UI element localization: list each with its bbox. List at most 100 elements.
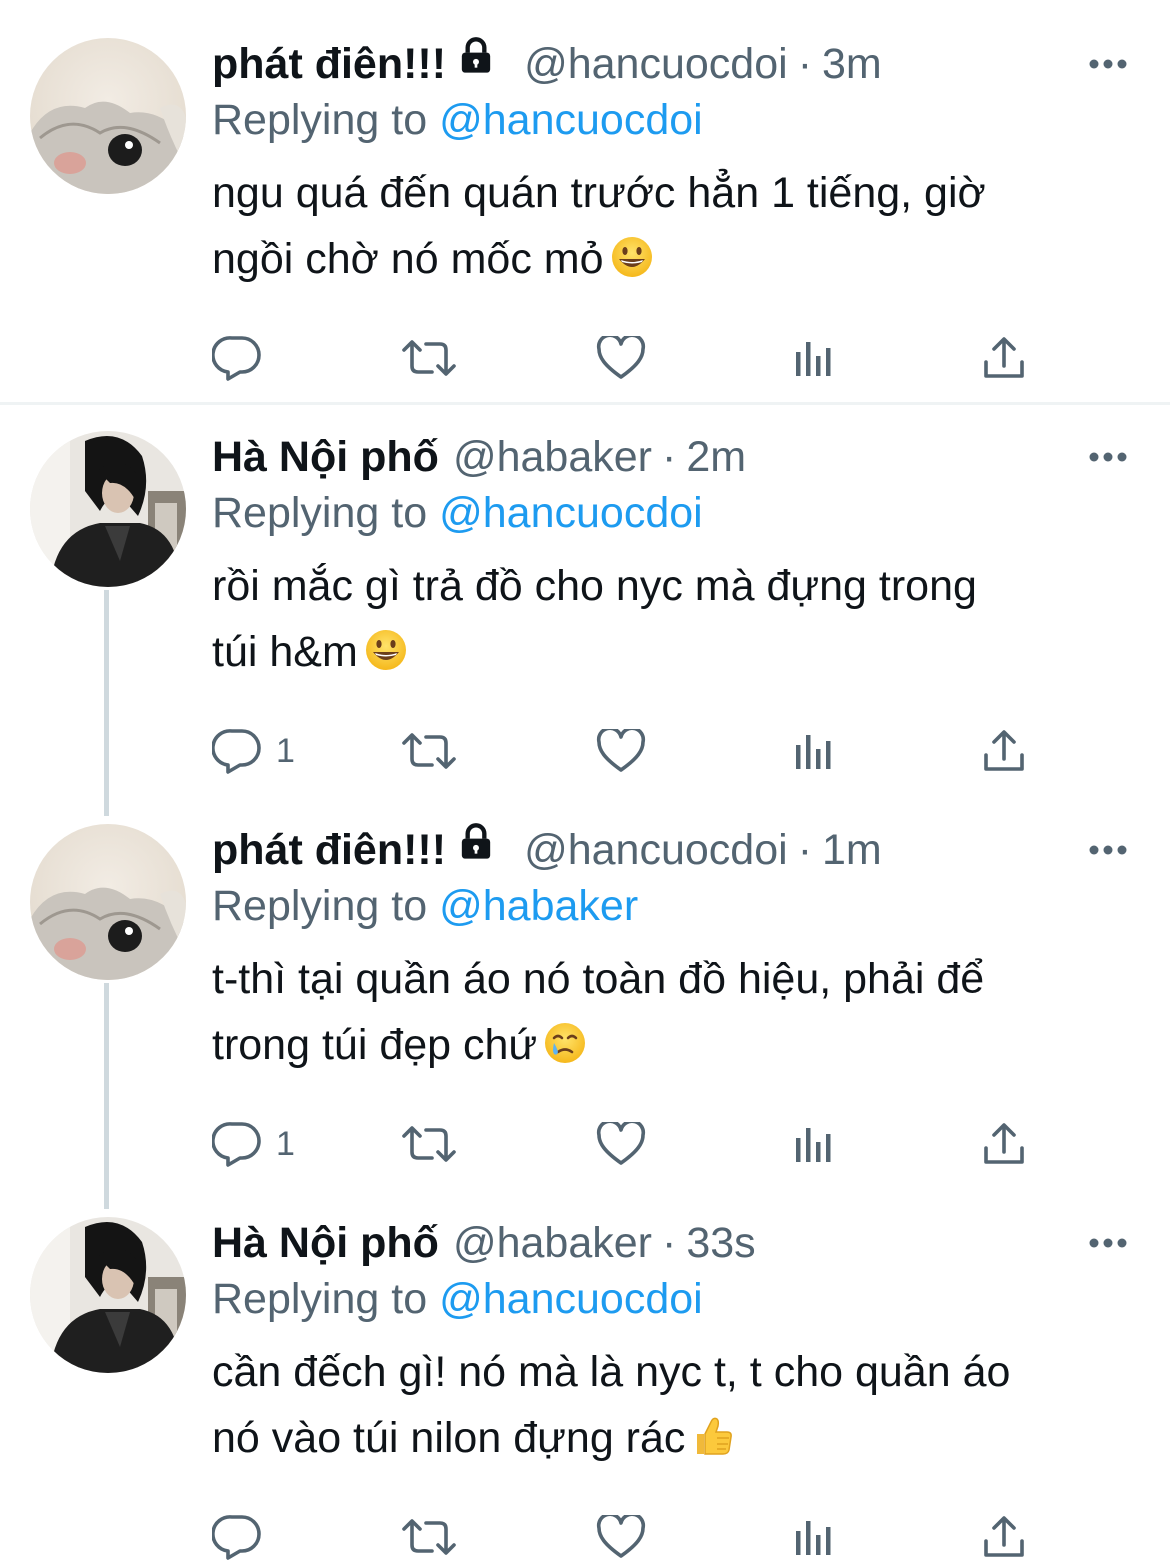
analytics-icon <box>794 338 834 378</box>
tweet-text-line: ngồi chờ nó mốc mỏ <box>212 235 604 283</box>
thumbs-up-emoji <box>691 1411 735 1455</box>
share-button[interactable] <box>982 1507 1026 1567</box>
heart-icon <box>596 729 646 773</box>
like-button[interactable] <box>596 721 646 781</box>
like-button[interactable] <box>596 1507 646 1567</box>
share-button[interactable] <box>982 328 1026 388</box>
grinning-face-emoji <box>364 625 408 670</box>
crying-face-emoji <box>543 1018 587 1063</box>
separator-dot: · <box>797 826 813 874</box>
retweet-icon <box>400 1124 458 1164</box>
reply-count: 1 <box>276 1124 295 1163</box>
avatar[interactable] <box>30 431 186 587</box>
user-handle[interactable]: @habaker <box>453 1219 652 1267</box>
analytics-icon <box>794 1124 834 1164</box>
tweet-text-line: rồi mắc gì trả đồ cho nyc mà đựng trong <box>212 562 977 610</box>
analytics-button[interactable] <box>794 721 834 781</box>
avatar[interactable] <box>30 1217 186 1373</box>
replying-to: Replying to @habaker <box>212 880 638 932</box>
reply-icon <box>212 1121 262 1167</box>
reply-icon <box>212 1514 262 1560</box>
retweet-button[interactable] <box>400 721 458 781</box>
grinning-face-emoji <box>610 232 654 277</box>
more-options-icon[interactable] <box>1086 824 1130 876</box>
reply-count: 1 <box>276 731 295 770</box>
more-options-icon[interactable] <box>1086 1217 1130 1269</box>
replying-to-label: Replying to <box>212 489 428 537</box>
reply-mention-link[interactable]: @habaker <box>439 882 638 930</box>
reply-mention-link[interactable]: @hancuocdoi <box>439 96 703 144</box>
more-options-icon[interactable] <box>1086 431 1130 483</box>
more-options-icon[interactable] <box>1086 38 1130 90</box>
replying-to: Replying to @hancuocdoi <box>212 487 703 539</box>
share-button[interactable] <box>982 721 1026 781</box>
tweet-text-line: trong túi đẹp chứ <box>212 1021 538 1069</box>
avatar[interactable] <box>30 824 186 980</box>
tweet-actions: 1 <box>212 721 1112 781</box>
reply-button[interactable]: 1 <box>212 721 295 781</box>
tweet-header: Hà Nội phố @habaker · 33s <box>212 1217 756 1269</box>
share-button[interactable] <box>982 1114 1026 1174</box>
retweet-button[interactable] <box>400 328 458 388</box>
tweet-text: ngu quá đến quán trước hẳn 1 tiếng, giờ … <box>212 160 1112 292</box>
tweet-text: t-thì tại quần áo nó toàn đồ hiệu, phải … <box>212 946 1112 1078</box>
retweet-button[interactable] <box>400 1114 458 1174</box>
share-icon <box>982 1122 1026 1166</box>
user-handle[interactable]: @habaker <box>453 433 652 481</box>
timestamp[interactable]: 33s <box>686 1219 755 1267</box>
display-name[interactable]: Hà Nội phố <box>212 1219 439 1267</box>
reply-button[interactable] <box>212 328 276 388</box>
display-name[interactable]: Hà Nội phố <box>212 433 439 481</box>
timestamp[interactable]: 2m <box>686 433 746 481</box>
replying-to: Replying to @hancuocdoi <box>212 1273 703 1325</box>
share-icon <box>982 729 1026 773</box>
tweet-text: cần đếch gì! nó mà là nyc t, t cho quần … <box>212 1339 1112 1471</box>
lock-icon <box>456 822 496 874</box>
user-handle[interactable]: @hancuocdoi <box>524 826 788 874</box>
analytics-button[interactable] <box>794 328 834 388</box>
heart-icon <box>596 1122 646 1166</box>
display-name[interactable]: phát điên!!! <box>212 40 446 88</box>
analytics-icon <box>794 731 834 771</box>
reply-button[interactable] <box>212 1507 276 1567</box>
timestamp[interactable]: 3m <box>822 40 882 88</box>
thread-line <box>104 590 109 816</box>
retweet-icon <box>400 1517 458 1557</box>
display-name[interactable]: phát điên!!! <box>212 826 446 874</box>
heart-icon <box>596 336 646 380</box>
reply-icon <box>212 335 262 381</box>
tweet-text-line: túi h&m <box>212 628 358 676</box>
tweet-actions: 1 <box>212 1114 1112 1174</box>
tweet-text-line: ngu quá đến quán trước hẳn 1 tiếng, giờ <box>212 169 986 217</box>
reply-button[interactable]: 1 <box>212 1114 295 1174</box>
tweet-actions <box>212 328 1112 388</box>
tweet-header: phát điên!!! @hancuocdoi · 1m <box>212 822 882 876</box>
avatar[interactable] <box>30 38 186 194</box>
tweet-text-line: nó vào túi nilon đựng rác <box>212 1414 686 1462</box>
tweet-actions <box>212 1507 1112 1567</box>
separator-dot: · <box>661 1219 677 1267</box>
reply-mention-link[interactable]: @hancuocdoi <box>439 1275 703 1323</box>
tweet-text-line: cần đếch gì! nó mà là nyc t, t cho quần … <box>212 1348 1011 1396</box>
timestamp[interactable]: 1m <box>822 826 882 874</box>
retweet-button[interactable] <box>400 1507 458 1567</box>
tweet-text: rồi mắc gì trả đồ cho nyc mà đựng trong … <box>212 553 1112 685</box>
like-button[interactable] <box>596 1114 646 1174</box>
share-icon <box>982 1515 1026 1559</box>
separator-dot: · <box>797 40 813 88</box>
replying-to-label: Replying to <box>212 882 428 930</box>
replying-to-label: Replying to <box>212 1275 428 1323</box>
tweet-header: Hà Nội phố @habaker · 2m <box>212 431 746 483</box>
lock-icon <box>456 36 496 88</box>
retweet-icon <box>400 338 458 378</box>
heart-icon <box>596 1515 646 1559</box>
analytics-button[interactable] <box>794 1114 834 1174</box>
like-button[interactable] <box>596 328 646 388</box>
analytics-icon <box>794 1517 834 1557</box>
user-handle[interactable]: @hancuocdoi <box>524 40 788 88</box>
thread-line <box>104 983 109 1209</box>
replying-to-label: Replying to <box>212 96 428 144</box>
separator-dot: · <box>661 433 677 481</box>
analytics-button[interactable] <box>794 1507 834 1567</box>
reply-mention-link[interactable]: @hancuocdoi <box>439 489 703 537</box>
